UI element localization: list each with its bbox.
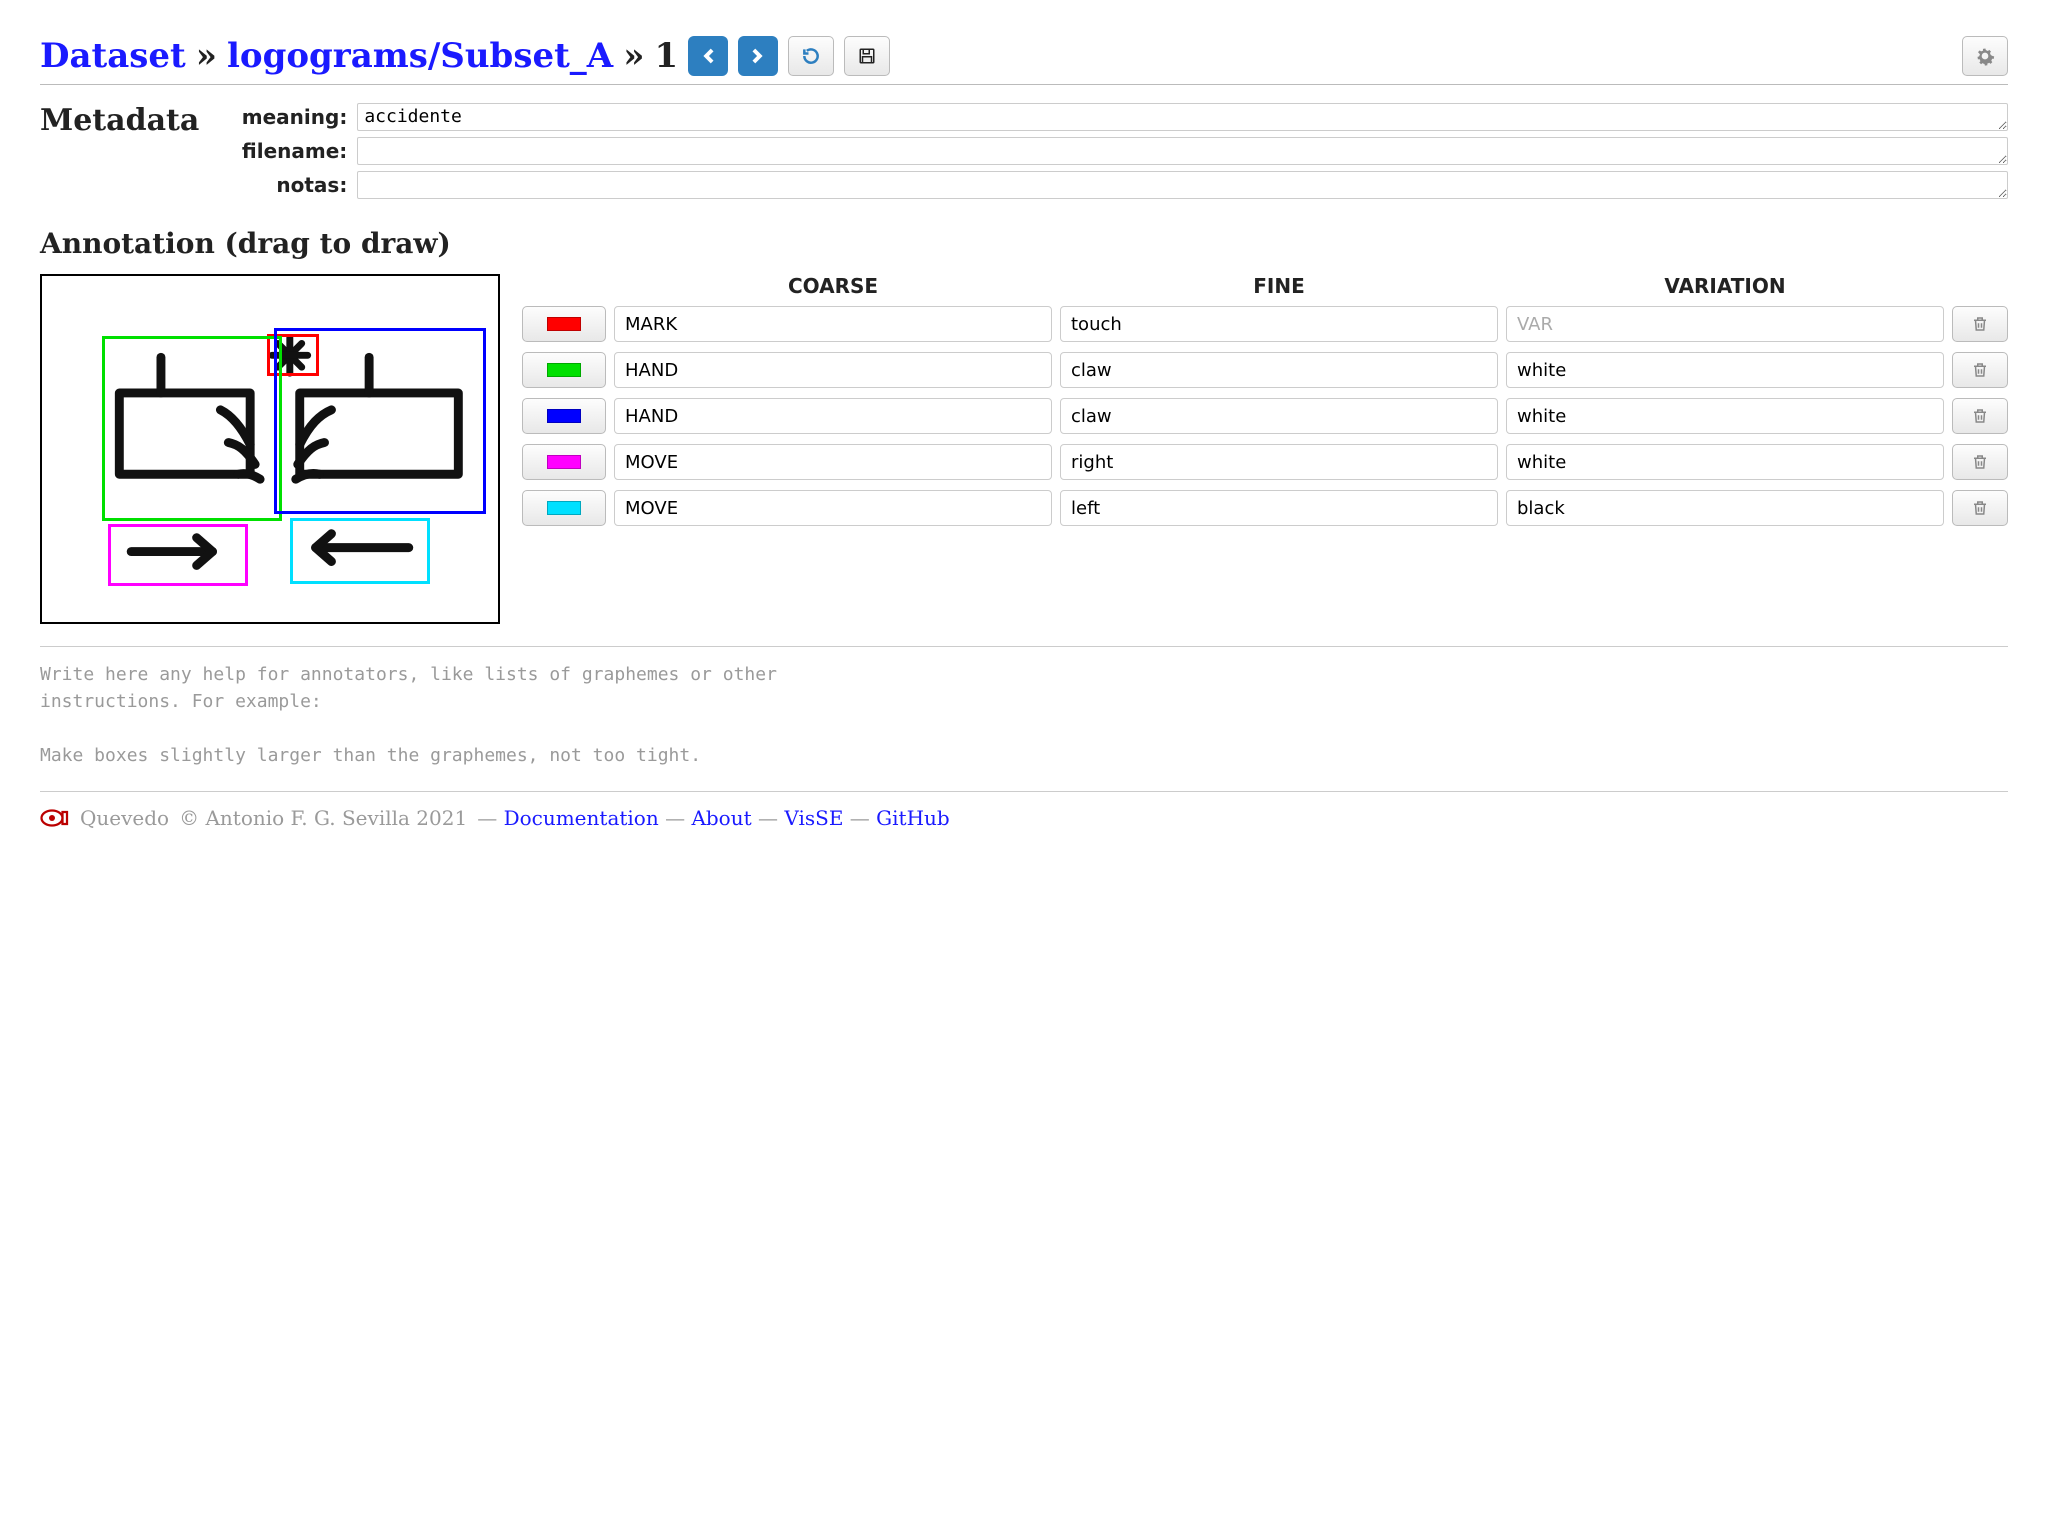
meta-label: meaning: (227, 105, 347, 129)
meta-label: notas: (227, 173, 347, 197)
footer-link[interactable]: GitHub (876, 806, 950, 830)
bounding-box[interactable] (290, 518, 430, 584)
table-row (522, 306, 2008, 342)
table-headers: COARSE FINE VARIATION (522, 274, 2008, 298)
meta-input[interactable] (357, 137, 2008, 165)
breadcrumb-path[interactable]: logograms/Subset_A (227, 36, 613, 76)
fine-input[interactable] (1060, 490, 1498, 526)
coarse-input[interactable] (614, 444, 1052, 480)
arrow-right-icon (747, 45, 769, 67)
separator (40, 646, 2008, 647)
color-chip (547, 455, 581, 469)
delete-row-button[interactable] (1952, 398, 2008, 434)
bounding-box[interactable] (102, 336, 282, 521)
bounding-box[interactable] (274, 328, 486, 514)
reload-icon (801, 46, 821, 66)
footer-app: Quevedo (80, 806, 169, 830)
save-icon (858, 47, 876, 65)
variation-input[interactable] (1506, 398, 1944, 434)
reload-button[interactable] (788, 36, 834, 76)
footer-copyright: © Antonio F. G. Sevilla 2021 (179, 806, 467, 830)
app-logo-icon (40, 807, 70, 829)
table-row (522, 444, 2008, 480)
variation-input[interactable] (1506, 306, 1944, 342)
color-chip-button[interactable] (522, 444, 606, 480)
arrow-left-icon (697, 45, 719, 67)
variation-input[interactable] (1506, 352, 1944, 388)
coarse-input[interactable] (614, 490, 1052, 526)
variation-input[interactable] (1506, 444, 1944, 480)
trash-icon (1971, 314, 1989, 334)
annotation-canvas[interactable] (40, 274, 500, 624)
table-row (522, 490, 2008, 526)
next-button[interactable] (738, 36, 778, 76)
breadcrumb-index: 1 (654, 36, 678, 76)
footer-dash: — (659, 806, 692, 830)
header-variation: VARIATION (1506, 274, 1944, 298)
trash-icon (1971, 406, 1989, 426)
breadcrumb-sep: » (623, 36, 644, 76)
color-chip-button[interactable] (522, 398, 606, 434)
save-button[interactable] (844, 36, 890, 76)
footer: Quevedo © Antonio F. G. Sevilla 2021 — D… (40, 806, 2008, 830)
fine-input[interactable] (1060, 352, 1498, 388)
header-fine: FINE (1060, 274, 1498, 298)
separator (40, 791, 2008, 792)
trash-icon (1971, 452, 1989, 472)
color-chip-button[interactable] (522, 306, 606, 342)
color-chip-button[interactable] (522, 352, 606, 388)
footer-dash: — (752, 806, 785, 830)
trash-icon (1971, 360, 1989, 380)
meta-label: filename: (227, 139, 347, 163)
metadata-section: Metadata meaning: filename: notas: (40, 103, 2008, 199)
help-text: Write here any help for annotators, like… (40, 661, 2008, 769)
delete-row-button[interactable] (1952, 306, 2008, 342)
breadcrumb: Dataset » logograms/Subset_A » 1 (40, 36, 678, 76)
coarse-input[interactable] (614, 352, 1052, 388)
gear-icon (1975, 46, 1995, 66)
delete-row-button[interactable] (1952, 352, 2008, 388)
coarse-input[interactable] (614, 398, 1052, 434)
color-chip (547, 317, 581, 331)
header: Dataset » logograms/Subset_A » 1 (40, 36, 2008, 85)
prev-button[interactable] (688, 36, 728, 76)
footer-dash: — (843, 806, 876, 830)
delete-row-button[interactable] (1952, 490, 2008, 526)
meta-input[interactable] (357, 103, 2008, 131)
color-chip-button[interactable] (522, 490, 606, 526)
color-chip (547, 501, 581, 515)
breadcrumb-sep: » (196, 36, 217, 76)
color-chip (547, 409, 581, 423)
annotation-body: COARSE FINE VARIATION (40, 274, 2008, 624)
header-coarse: COARSE (614, 274, 1052, 298)
metadata-title: Metadata (40, 103, 199, 138)
trash-icon (1971, 498, 1989, 518)
table-row (522, 398, 2008, 434)
footer-link[interactable]: About (691, 806, 751, 830)
coarse-input[interactable] (614, 306, 1052, 342)
bounding-box[interactable] (108, 524, 248, 586)
color-chip (547, 363, 581, 377)
settings-button[interactable] (1962, 36, 2008, 76)
fine-input[interactable] (1060, 306, 1498, 342)
fine-input[interactable] (1060, 444, 1498, 480)
delete-row-button[interactable] (1952, 444, 2008, 480)
meta-input[interactable] (357, 171, 2008, 199)
variation-input[interactable] (1506, 490, 1944, 526)
footer-link[interactable]: Documentation (504, 806, 659, 830)
meta-field: meaning: (227, 103, 2008, 131)
meta-field: filename: (227, 137, 2008, 165)
breadcrumb-root[interactable]: Dataset (40, 36, 186, 76)
meta-field: notas: (227, 171, 2008, 199)
footer-link[interactable]: VisSE (784, 806, 843, 830)
footer-dash: — (477, 806, 503, 830)
annotation-table: COARSE FINE VARIATION (522, 274, 2008, 536)
table-row (522, 352, 2008, 388)
annotation-title: Annotation (drag to draw) (40, 227, 2008, 260)
fine-input[interactable] (1060, 398, 1498, 434)
